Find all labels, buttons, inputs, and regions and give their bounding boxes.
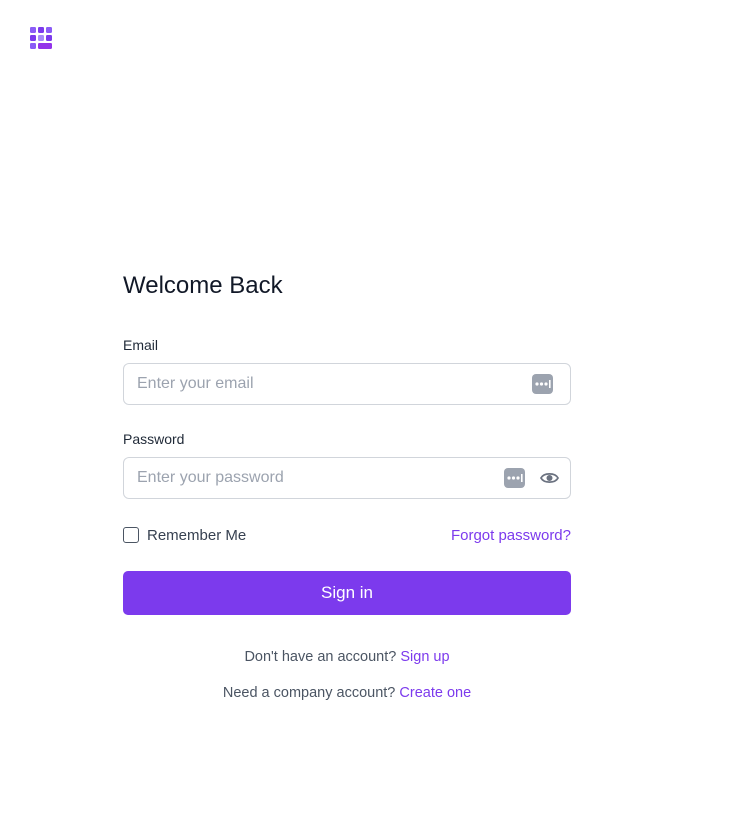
signup-prompt: Don't have an account? [244, 649, 397, 665]
page-title: Welcome Back [123, 272, 283, 299]
email-input[interactable] [124, 364, 570, 404]
email-label: Email [123, 337, 159, 353]
login-form: Welcome Back Email Password [123, 270, 571, 703]
remember-me-label[interactable]: Remember Me [147, 527, 246, 544]
login-page: Welcome Back Email Password [0, 0, 736, 833]
password-label: Password [123, 431, 185, 447]
remember-me-checkbox[interactable] [123, 527, 139, 543]
email-field-wrapper [123, 363, 571, 405]
forgot-password-link[interactable]: Forgot password? [451, 527, 571, 544]
grid-logo-icon [30, 27, 52, 49]
password-manager-icon[interactable] [504, 468, 525, 488]
company-prompt-row: Need a company account? Create one [123, 683, 571, 703]
signup-prompt-row: Don't have an account? Sign up [123, 647, 571, 667]
sign-in-button[interactable]: Sign in [123, 571, 571, 615]
company-prompt: Need a company account? [222, 685, 396, 701]
options-row: Remember Me Forgot password? [123, 525, 571, 545]
password-field-wrapper [123, 457, 571, 499]
eye-icon[interactable] [540, 470, 559, 486]
password-manager-icon[interactable] [532, 374, 553, 394]
signup-link[interactable]: Sign up [400, 649, 449, 665]
create-company-link[interactable]: Create one [399, 685, 471, 701]
remember-me[interactable]: Remember Me [123, 527, 246, 544]
